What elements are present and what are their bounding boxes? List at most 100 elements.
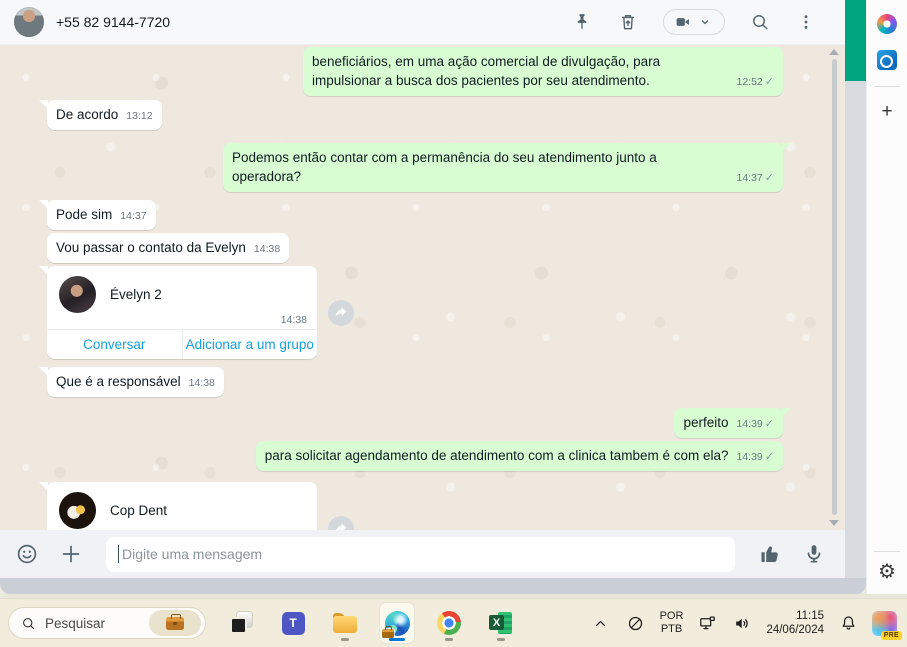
chevron-down-icon (701, 20, 709, 25)
edge-icon[interactable] (380, 603, 414, 643)
message-input[interactable]: Digite uma mensagem (106, 536, 735, 572)
sent-check-icon: ✓ (764, 76, 774, 88)
contact-card-name: Évelyn 2 (110, 287, 162, 302)
copilot-icon[interactable]: PRE (872, 610, 902, 640)
input-placeholder: Digite uma mensagem (122, 546, 263, 562)
excel-icon[interactable]: X (484, 603, 518, 643)
network-display-icon[interactable] (696, 612, 718, 634)
work-account-badge[interactable] (149, 610, 201, 636)
search-icon[interactable] (749, 11, 771, 33)
contact-card: Cop Dent 15:37 Conversar Mostrar empresa (39, 482, 317, 530)
active-indicator (389, 638, 405, 641)
forward-arrow-icon (335, 307, 347, 316)
incoming-message-bubble: Que é a responsável 14:38 (39, 367, 224, 397)
kebab-menu-icon[interactable] (795, 11, 817, 33)
message-row: De acordo 13:12 (0, 100, 845, 130)
chrome-icon[interactable] (432, 603, 466, 643)
mic-icon[interactable] (801, 541, 827, 567)
blocked-status-icon[interactable] (625, 612, 647, 634)
attach-plus-icon[interactable] (58, 541, 84, 567)
forward-arrow-icon (335, 523, 347, 530)
video-call-button[interactable] (663, 9, 725, 35)
message-time: 12:52 (736, 76, 763, 88)
settings-gear-icon[interactable]: ⚙ (878, 562, 896, 582)
emoji-icon[interactable] (14, 541, 40, 567)
message-text: Que é a responsável (56, 374, 181, 389)
outgoing-message-bubble: Podemos então contar com a permanência d… (223, 143, 791, 192)
taskbar: Pesquisar T X POR PTB 11:15 24/06/2024 P… (0, 598, 907, 647)
add-sidebar-item-icon[interactable]: + (875, 99, 899, 123)
outgoing-message-bubble: beneficiários, em uma ação comercial de … (303, 47, 783, 96)
chat-scrollbar-thumb[interactable] (832, 59, 837, 515)
sidebar-divider (874, 551, 900, 552)
outgoing-message-bubble: para solicitar agendamento de atendiment… (255, 441, 783, 471)
message-row: perfeito 14:39 ✓ (0, 408, 845, 438)
volume-icon[interactable] (731, 612, 753, 634)
work-profile-briefcase-icon (381, 626, 394, 638)
message-row: Que é a responsável 14:38 (0, 367, 845, 397)
edge-sidebar: + ⚙ (866, 0, 907, 594)
incoming-message-bubble: Pode sim 14:37 (39, 200, 156, 230)
message-time: 14:39 (736, 451, 763, 463)
screen: +55 82 9144-7720 beneficiários, em uma a… (0, 0, 907, 647)
outlook-icon[interactable] (875, 48, 899, 72)
thumbs-up-icon[interactable] (757, 541, 783, 567)
window-scrollbar-thumb[interactable] (845, 0, 866, 81)
outgoing-message-bubble: perfeito 14:39 ✓ (674, 408, 791, 438)
task-view-icon[interactable] (224, 603, 258, 643)
preview-badge: PRE (880, 630, 902, 640)
briefcase-icon (166, 613, 184, 630)
whatsapp-window: +55 82 9144-7720 beneficiários, em uma a… (0, 0, 845, 594)
pin-icon[interactable] (571, 11, 593, 33)
taskbar-search-box[interactable]: Pesquisar (8, 607, 206, 639)
file-explorer-icon[interactable] (328, 603, 362, 643)
search-label: Pesquisar (45, 615, 106, 631)
clock-date: 24/06/2024 (766, 624, 824, 636)
message-time: 14:38 (188, 377, 215, 389)
message-row: para solicitar agendamento de atendiment… (0, 441, 845, 471)
teams-icon[interactable]: T (276, 603, 310, 643)
scroll-up-arrow[interactable] (829, 49, 839, 55)
sent-check-icon: ✓ (764, 418, 774, 430)
message-text: De acordo (56, 107, 119, 122)
clock-time: 11:15 (796, 610, 824, 622)
message-time: 13:12 (126, 110, 153, 122)
clock[interactable]: 11:15 24/06/2024 (766, 609, 824, 637)
message-text: Podemos então contar com a permanência d… (232, 150, 657, 184)
forward-message-button[interactable] (328, 515, 354, 530)
chat-header: +55 82 9144-7720 (0, 0, 845, 45)
tray-chevron-up-icon[interactable] (590, 612, 612, 634)
window-scrollbar-track[interactable] (845, 0, 866, 578)
text-caret (118, 545, 119, 563)
contact-card-avatar (59, 276, 96, 313)
message-composer: Digite uma mensagem (0, 530, 845, 578)
message-time: 14:39 (736, 418, 763, 430)
contact-phone-number[interactable]: +55 82 9144-7720 (56, 14, 170, 30)
notification-bell-icon[interactable] (837, 612, 859, 634)
running-indicator (341, 638, 349, 641)
forward-message-button[interactable] (328, 299, 354, 326)
message-text: para solicitar agendamento de atendiment… (264, 448, 729, 463)
sent-check-icon: ✓ (764, 172, 774, 184)
trash-icon[interactable] (617, 11, 639, 33)
contact-card: Évelyn 2 14:38 Conversar Adicionar a um … (39, 266, 318, 359)
language-indicator[interactable]: POR PTB (660, 610, 684, 636)
contact-card-name: Cop Dent (110, 503, 168, 518)
scroll-down-arrow[interactable] (829, 520, 839, 526)
message-row: beneficiários, em uma ação comercial de … (0, 47, 845, 96)
search-icon (23, 617, 35, 629)
running-indicator (445, 638, 453, 641)
add-to-group-button[interactable]: Adicionar a um grupo (181, 330, 318, 359)
message-text: perfeito (683, 415, 729, 430)
message-contact-button[interactable]: Conversar (47, 330, 182, 359)
message-time: 14:37 (736, 172, 763, 184)
message-text: beneficiários, em uma ação comercial de … (312, 54, 661, 88)
contact-avatar[interactable] (14, 7, 44, 37)
window-bottom-edge (0, 578, 866, 594)
sent-check-icon: ✓ (764, 451, 774, 463)
message-time: 14:37 (120, 210, 147, 222)
m365-copilot-icon[interactable] (875, 12, 899, 36)
message-list[interactable]: beneficiários, em uma ação comercial de … (0, 45, 845, 530)
message-time: 14:38 (253, 243, 281, 255)
message-row: Évelyn 2 14:38 Conversar Adicionar a um … (0, 266, 845, 359)
